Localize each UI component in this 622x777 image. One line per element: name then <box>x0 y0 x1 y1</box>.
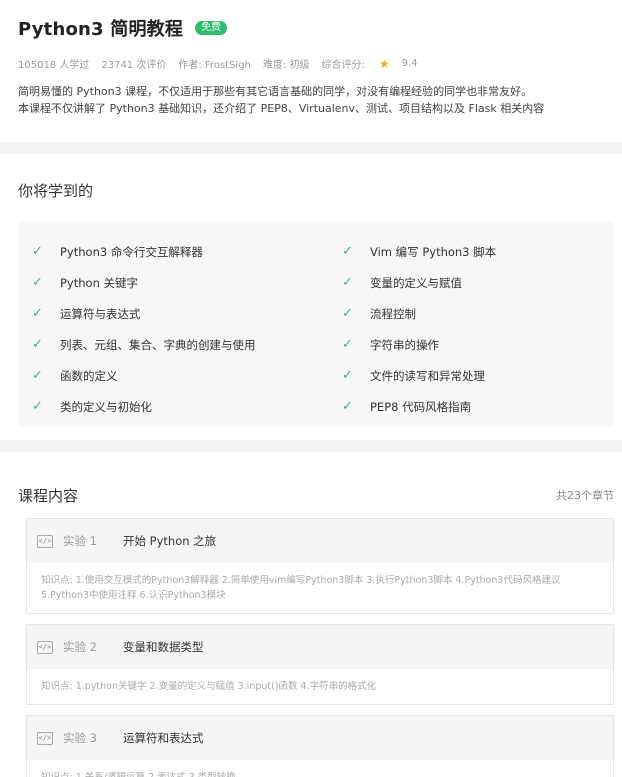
content-header: 课程内容 共23个章节 <box>18 452 614 518</box>
rating-label: 综合评分: <box>321 60 365 71</box>
lesson-points: 知识点: 1.关系/逻辑运算 2.表达式 3.类型转换 <box>27 760 613 777</box>
learner-count: 105018 人学过 <box>18 60 90 71</box>
learn-item-label: 变量的定义与赋值 <box>370 275 462 290</box>
learn-item-label: PEP8 代码风格指南 <box>370 399 472 414</box>
lesson-header[interactable]: </> 实验 2 变量和数据类型 <box>27 625 613 669</box>
learn-item: ✓ Python3 命令行交互解释器 <box>32 236 342 267</box>
learn-item-label: 字符串的操作 <box>370 337 439 352</box>
star-icon: ★ <box>378 56 390 71</box>
learn-item-label: 运算符与表达式 <box>60 306 141 321</box>
difficulty-label: 难度: 初级 <box>262 60 310 71</box>
course-header: Python3 简明教程 免费 105018 人学过 23741 次评价 作者:… <box>0 0 622 142</box>
check-icon: ✓ <box>32 306 43 321</box>
check-icon: ✓ <box>32 368 43 383</box>
rating: 综合评分: ★ 9.4 <box>321 56 429 72</box>
learn-item: ✓ PEP8 代码风格指南 <box>342 391 612 422</box>
description-line: 简明易懂的 Python3 课程，不仅适用于那些有其它语言基础的同学，对没有编程… <box>18 85 533 98</box>
learn-item-label: Python3 命令行交互解释器 <box>60 244 203 259</box>
learn-item-label: 类的定义与初始化 <box>60 399 152 414</box>
check-icon: ✓ <box>342 244 353 259</box>
lesson-header[interactable]: </> 实验 3 运算符和表达式 <box>27 716 613 760</box>
learn-item: ✓ Python 关键字 <box>32 267 342 298</box>
course-description: 简明易懂的 Python3 课程，不仅适用于那些有其它语言基础的同学，对没有编程… <box>18 83 604 117</box>
code-icon: </> <box>37 731 53 745</box>
learn-item-label: Vim 编写 Python3 脚本 <box>370 244 497 259</box>
learn-item: ✓ 类的定义与初始化 <box>32 391 342 422</box>
lesson-title[interactable]: 开始 Python 之旅 <box>123 533 216 549</box>
code-icon: </> <box>37 534 53 548</box>
lesson-card[interactable]: </> 实验 3 运算符和表达式 知识点: 1.关系/逻辑运算 2.表达式 3.… <box>26 715 614 777</box>
learn-title: 你将学到的 <box>18 182 94 200</box>
free-badge: 免费 <box>195 21 228 35</box>
learn-item: ✓ 运算符与表达式 <box>32 298 342 329</box>
course-meta: 105018 人学过 23741 次评价 作者: FrostSigh 难度: 初… <box>18 56 604 72</box>
lesson-card[interactable]: </> 实验 1 开始 Python 之旅 知识点: 1.使用交互模式的Pyth… <box>26 518 614 614</box>
lesson-points: 知识点: 1.python关键字 2.变量的定义与赋值 3.input()函数 … <box>41 681 377 692</box>
learn-item-label: 列表、元组、集合、字典的创建与使用 <box>60 337 256 352</box>
learn-item: ✓ 流程控制 <box>342 298 612 329</box>
check-icon: ✓ <box>342 368 353 383</box>
lesson-number: 实验 3 <box>63 731 97 745</box>
check-icon: ✓ <box>32 399 43 414</box>
learn-item: ✓ Vim 编写 Python3 脚本 <box>342 236 612 267</box>
chapter-count: 共23个章节 <box>556 489 614 502</box>
author-link[interactable]: 作者: FrostSigh <box>178 56 251 71</box>
check-icon: ✓ <box>342 399 353 414</box>
lesson-header[interactable]: </> 实验 1 开始 Python 之旅 <box>27 519 613 563</box>
learn-item: ✓ 变量的定义与赋值 <box>342 267 612 298</box>
check-icon: ✓ <box>342 275 353 290</box>
rating-value: 9.4 <box>401 58 418 69</box>
learn-item-label: 文件的读写和异常处理 <box>370 368 485 383</box>
content-title: 课程内容 <box>18 486 79 505</box>
course-title: Python3 简明教程 <box>18 19 184 40</box>
lesson-number: 实验 1 <box>63 534 97 548</box>
course-content-section: 课程内容 共23个章节 </> 实验 1 开始 Python 之旅 知识点: 1… <box>0 452 622 777</box>
learn-section: 你将学到的 ✓ Python3 命令行交互解释器 ✓ Vim 编写 Python3 … <box>0 154 622 440</box>
learn-list: ✓ Python3 命令行交互解释器 ✓ Vim 编写 Python3 脚本 ✓ Py… <box>18 222 614 426</box>
learn-item: ✓ 列表、元组、集合、字典的创建与使用 <box>32 329 342 360</box>
review-count[interactable]: 23741 次评价 <box>101 56 166 71</box>
learn-item: ✓ 函数的定义 <box>32 360 342 391</box>
lesson-points: 知识点: 1.使用交互模式的Python3解释器 2.简单使用vim编写Pyth… <box>41 575 561 601</box>
lesson-title[interactable]: 运算符和表达式 <box>123 730 204 746</box>
learn-item-label: 函数的定义 <box>60 368 118 383</box>
code-icon: </> <box>37 640 53 654</box>
check-icon: ✓ <box>32 337 43 352</box>
check-icon: ✓ <box>342 337 353 352</box>
learn-item: ✓ 文件的读写和异常处理 <box>342 360 612 391</box>
lesson-number: 实验 2 <box>63 640 97 654</box>
check-icon: ✓ <box>32 275 43 290</box>
lesson-card[interactable]: </> 实验 2 变量和数据类型 知识点: 1.python关键字 2.变量的定… <box>26 624 614 705</box>
check-icon: ✓ <box>342 306 353 321</box>
learn-item: ✓ 字符串的操作 <box>342 329 612 360</box>
learn-item-label: 流程控制 <box>370 306 416 321</box>
lesson-title[interactable]: 变量和数据类型 <box>123 639 204 655</box>
title-row: Python3 简明教程 免费 <box>18 14 604 42</box>
description-line: 本课程不仅讲解了 Python3 基础知识，还介绍了 PEP8、Virtuale… <box>18 102 545 115</box>
check-icon: ✓ <box>32 244 43 259</box>
learn-item-label: Python 关键字 <box>60 275 139 290</box>
